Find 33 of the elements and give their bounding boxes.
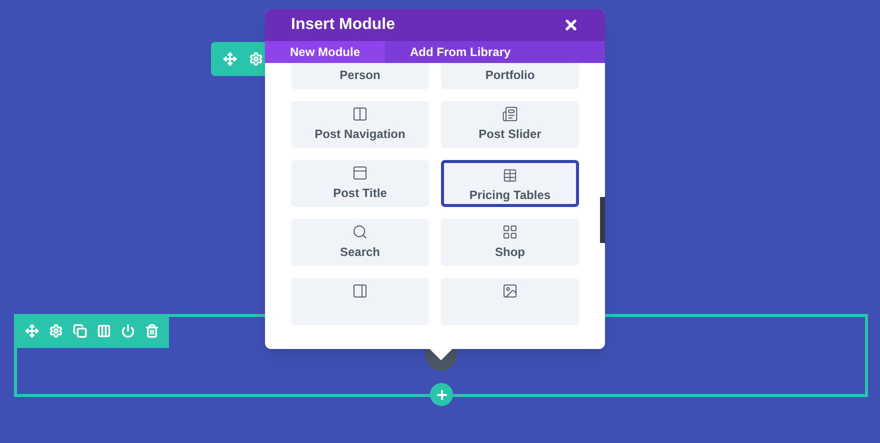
slider-icon: [502, 106, 518, 122]
move-icon[interactable]: [223, 52, 237, 66]
table-icon: [502, 168, 518, 183]
settings-icon[interactable]: [249, 52, 263, 66]
search-icon: [352, 224, 368, 240]
module-tile[interactable]: Post Title: [291, 160, 429, 207]
tab[interactable]: Add From Library: [385, 40, 536, 63]
module-tile[interactable]: [291, 278, 429, 325]
close-icon[interactable]: [563, 16, 579, 33]
move-icon[interactable]: [25, 324, 39, 338]
module-tile[interactable]: Post Navigation: [291, 101, 429, 148]
module-tile[interactable]: Portfolio: [441, 63, 579, 89]
columns-icon[interactable]: [97, 324, 111, 338]
module-tile[interactable]: Shop: [441, 219, 579, 266]
settings-icon[interactable]: [49, 324, 63, 338]
duplicate-icon[interactable]: [73, 324, 87, 338]
scrollbar[interactable]: [600, 197, 605, 243]
module-tile[interactable]: [441, 278, 579, 325]
navigation-icon: [352, 106, 368, 122]
grid-icon: [502, 224, 518, 240]
dialog-title: Insert Module: [291, 14, 396, 35]
window-icon: [352, 165, 368, 181]
module-tile[interactable]: Search: [291, 219, 429, 266]
power-icon[interactable]: [121, 324, 135, 338]
module-tile[interactable]: Person: [291, 63, 429, 89]
sidebar-icon: [352, 283, 368, 299]
image-icon: [502, 283, 518, 299]
tab[interactable]: New Module: [265, 40, 386, 63]
module-tile[interactable]: Post Slider: [441, 101, 579, 148]
add-row-button[interactable]: [430, 383, 453, 406]
module-tile[interactable]: Pricing Tables: [441, 160, 579, 207]
delete-icon[interactable]: [145, 324, 159, 338]
plus-icon: [434, 388, 448, 402]
